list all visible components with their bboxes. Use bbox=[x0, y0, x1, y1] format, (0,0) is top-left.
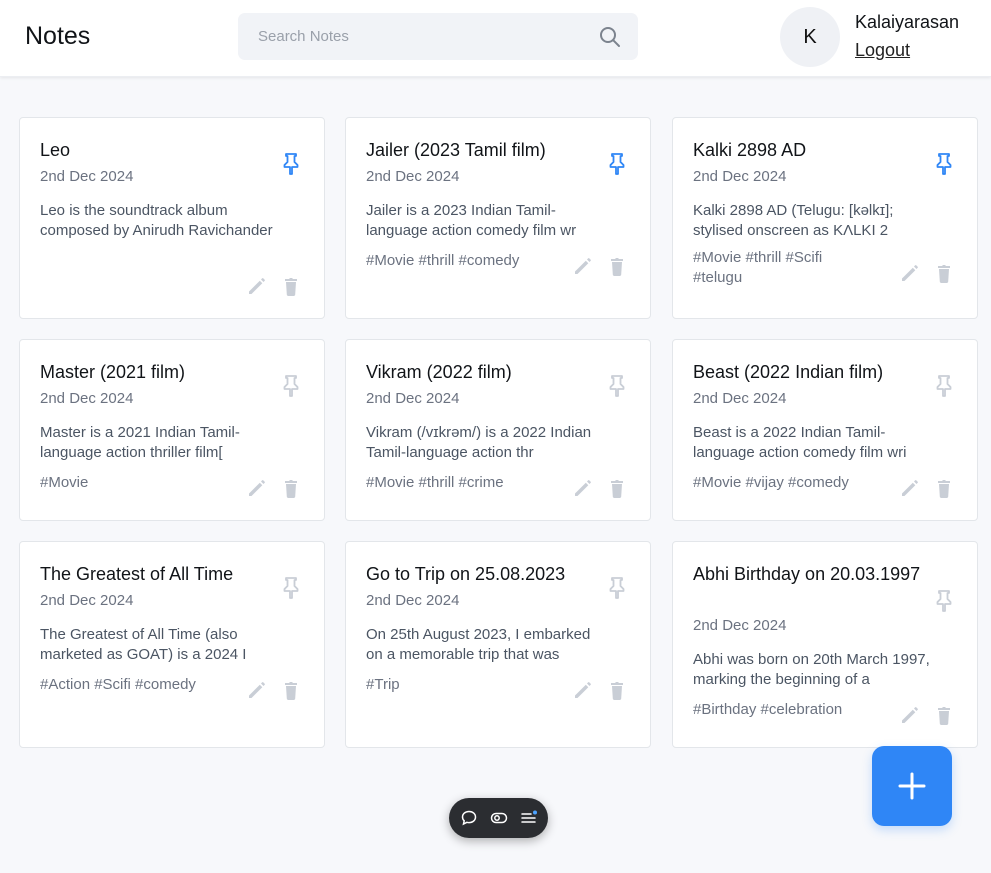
pin-icon[interactable] bbox=[606, 576, 628, 600]
delete-icon[interactable] bbox=[606, 255, 628, 277]
edit-icon[interactable] bbox=[246, 275, 268, 297]
note-title: Go to Trip on 25.08.2023 bbox=[366, 564, 566, 584]
delete-icon[interactable] bbox=[280, 477, 302, 499]
note-card[interactable]: Abhi Birthday on 20.03.1997 2nd Dec 2024 A… bbox=[672, 541, 978, 748]
delete-icon[interactable] bbox=[280, 679, 302, 701]
search-input[interactable] bbox=[238, 13, 588, 60]
pin-icon[interactable] bbox=[933, 152, 955, 176]
avatar[interactable]: K bbox=[780, 7, 840, 67]
note-date: 2nd Dec 2024 bbox=[693, 617, 787, 634]
floating-toolbar bbox=[449, 798, 548, 838]
note-date: 2nd Dec 2024 bbox=[40, 390, 134, 407]
note-content: Leo is the soundtrack album composed by … bbox=[40, 202, 273, 239]
pin-icon[interactable] bbox=[606, 374, 628, 398]
note-tags: #Action #Scifi #comedy bbox=[40, 676, 196, 693]
note-card[interactable]: Jailer (2023 Tamil film) 2nd Dec 2024 Jail… bbox=[345, 117, 651, 319]
menu-icon[interactable] bbox=[520, 809, 538, 827]
pin-icon[interactable] bbox=[280, 576, 302, 600]
delete-icon[interactable] bbox=[606, 477, 628, 499]
edit-icon[interactable] bbox=[246, 679, 268, 701]
note-title: Vikram (2022 film) bbox=[366, 362, 512, 382]
note-content: Vikram (/vɪkrəm/) is a 2022 Indian Tamil… bbox=[366, 424, 592, 461]
note-content: Abhi was born on 20th March 1997, markin… bbox=[693, 651, 930, 688]
note-card[interactable]: Go to Trip on 25.08.2023 2nd Dec 2024 On 2… bbox=[345, 541, 651, 748]
note-title: Kalki 2898 AD bbox=[693, 140, 807, 160]
note-title: Abhi Birthday on 20.03.1997 bbox=[693, 564, 921, 584]
note-tags: #Movie #thrill #crime bbox=[366, 474, 504, 491]
note-date: 2nd Dec 2024 bbox=[366, 168, 460, 185]
note-card[interactable]: Kalki 2898 AD 2nd Dec 2024 Kalki 2898 AD (… bbox=[672, 117, 978, 319]
note-date: 2nd Dec 2024 bbox=[693, 390, 787, 407]
top-navbar: Notes K Kalaiyarasan Logout bbox=[0, 0, 991, 77]
toggle-icon[interactable] bbox=[490, 809, 508, 827]
plus-icon bbox=[898, 772, 926, 800]
delete-icon[interactable] bbox=[606, 679, 628, 701]
note-title: Jailer (2023 Tamil film) bbox=[366, 140, 546, 160]
note-title: The Greatest of All Time bbox=[40, 564, 234, 584]
search-icon[interactable] bbox=[598, 25, 622, 49]
note-tags: #Trip bbox=[366, 676, 400, 693]
note-tags: #Movie #thrill #Scifi #telugu bbox=[693, 249, 823, 286]
edit-icon[interactable] bbox=[572, 679, 594, 701]
note-content: Kalki 2898 AD (Telugu: [kəlkɪ]; stylised… bbox=[693, 202, 894, 239]
note-content: The Greatest of All Time (also marketed … bbox=[40, 626, 247, 663]
logout-button[interactable]: Logout bbox=[855, 40, 910, 61]
note-date: 2nd Dec 2024 bbox=[693, 168, 787, 185]
edit-icon[interactable] bbox=[899, 262, 921, 284]
note-title: Leo bbox=[40, 140, 71, 160]
pin-icon[interactable] bbox=[933, 374, 955, 398]
delete-icon[interactable] bbox=[280, 275, 302, 297]
add-note-button[interactable] bbox=[872, 746, 952, 826]
pin-icon[interactable] bbox=[606, 152, 628, 176]
note-date: 2nd Dec 2024 bbox=[40, 168, 134, 185]
note-card[interactable]: Vikram (2022 film) 2nd Dec 2024 Vikram (/v… bbox=[345, 339, 651, 521]
edit-icon[interactable] bbox=[899, 477, 921, 499]
note-date: 2nd Dec 2024 bbox=[40, 592, 134, 609]
note-content: Master is a 2021 Indian Tamil-language a… bbox=[40, 424, 240, 461]
app-title: Notes bbox=[25, 22, 91, 50]
note-card[interactable]: The Greatest of All Time 2nd Dec 2024 The … bbox=[19, 541, 325, 748]
note-card[interactable]: Beast (2022 Indian film) 2nd Dec 2024 Beas… bbox=[672, 339, 978, 521]
note-content: Beast is a 2022 Indian Tamil-language ac… bbox=[693, 424, 907, 461]
delete-icon[interactable] bbox=[933, 477, 955, 499]
note-title: Beast (2022 Indian film) bbox=[693, 362, 884, 382]
user-name: Kalaiyarasan bbox=[855, 12, 960, 32]
pin-icon[interactable] bbox=[280, 374, 302, 398]
note-tags: #Birthday #celebration bbox=[693, 701, 843, 718]
note-date: 2nd Dec 2024 bbox=[366, 592, 460, 609]
pin-icon[interactable] bbox=[280, 152, 302, 176]
edit-icon[interactable] bbox=[246, 477, 268, 499]
edit-icon[interactable] bbox=[899, 704, 921, 726]
edit-icon[interactable] bbox=[572, 255, 594, 277]
pin-icon[interactable] bbox=[933, 589, 955, 613]
note-date: 2nd Dec 2024 bbox=[366, 390, 460, 407]
chat-icon[interactable] bbox=[460, 809, 478, 827]
note-tags: #Movie #vijay #comedy bbox=[693, 474, 849, 491]
note-title: Master (2021 film) bbox=[40, 362, 186, 382]
note-tags: #Movie bbox=[40, 474, 89, 491]
delete-icon[interactable] bbox=[933, 704, 955, 726]
note-card[interactable]: Master (2021 film) 2nd Dec 2024 Master is … bbox=[19, 339, 325, 521]
note-tags: #Movie #thrill #comedy bbox=[366, 252, 520, 269]
delete-icon[interactable] bbox=[933, 262, 955, 284]
note-content: On 25th August 2023, I embarked on a mem… bbox=[366, 626, 591, 663]
search-bar bbox=[238, 13, 638, 60]
edit-icon[interactable] bbox=[572, 477, 594, 499]
note-content: Jailer is a 2023 Indian Tamil-language a… bbox=[366, 202, 577, 239]
note-card[interactable]: Leo 2nd Dec 2024 Leo is the soundtrack alb… bbox=[19, 117, 325, 319]
